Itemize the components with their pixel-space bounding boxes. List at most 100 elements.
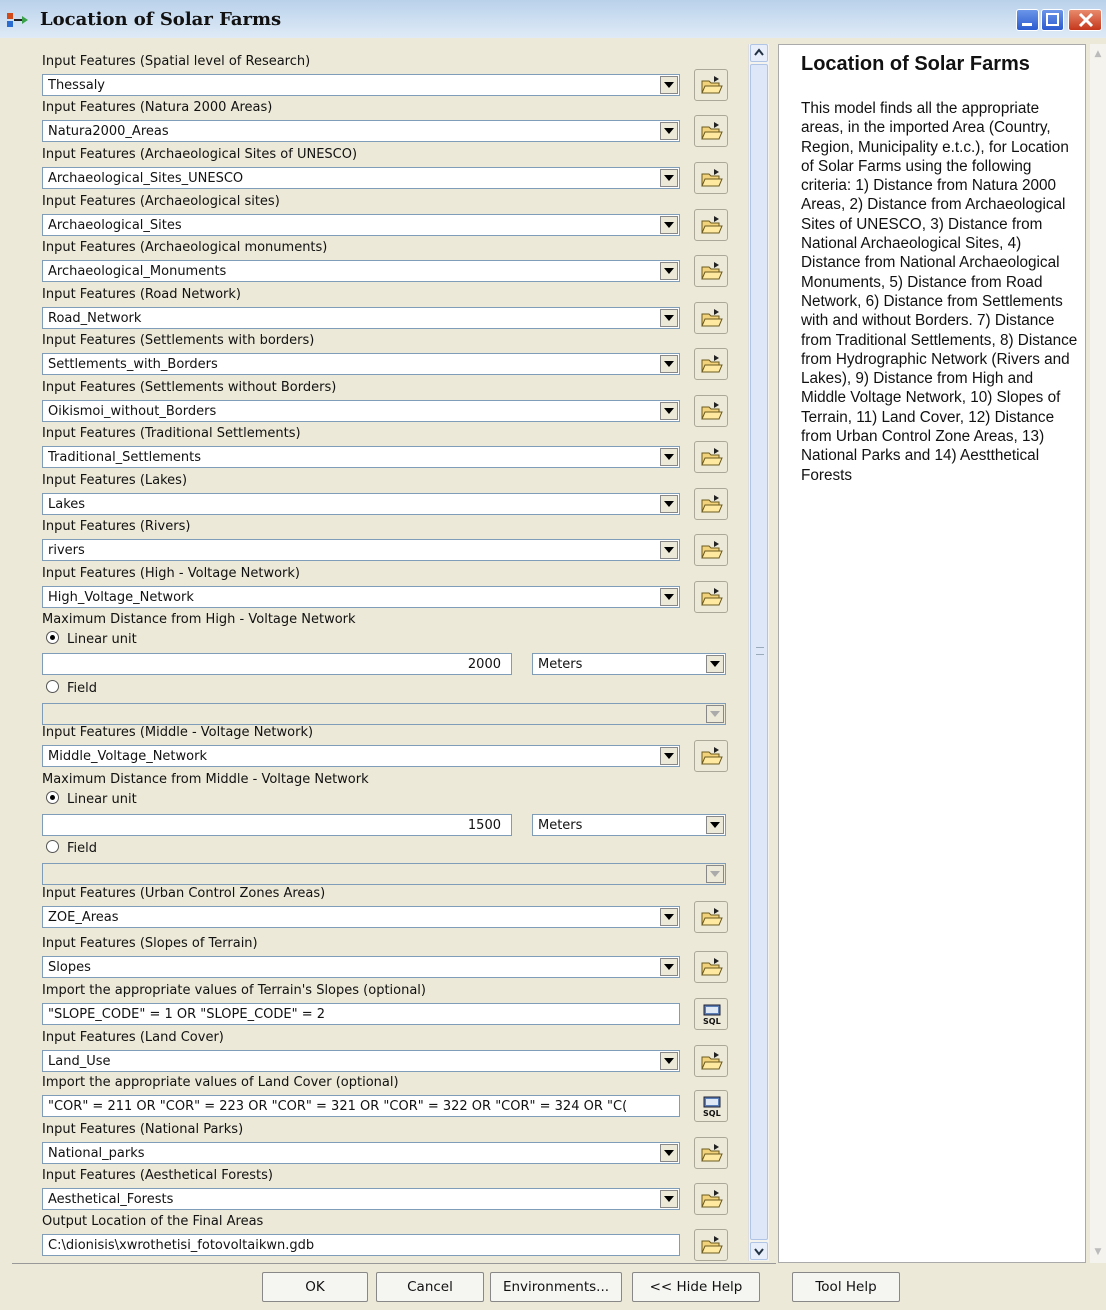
land-cover-label: Input Features (Land Cover): [42, 1030, 224, 1045]
high-distance-input[interactable]: 2000: [42, 653, 512, 675]
chevron-down-icon[interactable]: [706, 655, 724, 673]
chevron-down-icon[interactable]: [660, 169, 678, 187]
field-11-select[interactable]: High_Voltage_Network: [42, 586, 680, 608]
browse-button[interactable]: [694, 441, 728, 473]
scroll-thumb[interactable]: [750, 64, 768, 1240]
browse-button[interactable]: [694, 162, 728, 194]
browse-button[interactable]: [694, 69, 728, 101]
chevron-down-icon[interactable]: [660, 76, 678, 94]
chevron-down-icon[interactable]: [660, 495, 678, 513]
output-location-select[interactable]: C:\dionisis\xwrothetisi_fotovoltaikwn.gd…: [42, 1234, 680, 1256]
chevron-down-icon[interactable]: [660, 1144, 678, 1162]
field-6-select[interactable]: Settlements_with_Borders: [42, 353, 680, 375]
sql-query-icon: SQL: [703, 1004, 721, 1026]
field-1-select[interactable]: Natura2000_Areas: [42, 120, 680, 142]
chevron-down-icon[interactable]: [660, 122, 678, 140]
national-parks-select[interactable]: National_parks: [42, 1142, 680, 1164]
chevron-down-icon[interactable]: [660, 262, 678, 280]
middle-distance-input[interactable]: 1500: [42, 814, 512, 836]
sql-builder-button[interactable]: SQL: [694, 1090, 728, 1122]
chevron-down-icon[interactable]: [660, 541, 678, 559]
chevron-down-icon[interactable]: [660, 309, 678, 327]
maximize-button[interactable]: [1041, 9, 1064, 31]
field-5-select[interactable]: Road_Network: [42, 307, 680, 329]
field-10-select[interactable]: rivers: [42, 539, 680, 561]
sql-builder-button[interactable]: SQL: [694, 998, 728, 1030]
svg-text:SQL: SQL: [703, 1109, 721, 1118]
high-field-radio[interactable]: Field: [46, 680, 97, 696]
tool-help-button[interactable]: Tool Help: [792, 1272, 900, 1302]
field-0-label: Input Features (Spatial level of Researc…: [42, 54, 311, 69]
high-linear-unit-label: Linear unit: [67, 632, 137, 647]
middle-field-radio[interactable]: Field: [46, 840, 97, 856]
browse-button[interactable]: [694, 1137, 728, 1169]
field-3-select[interactable]: Archaeological_Sites: [42, 214, 680, 236]
high-linear-unit-radio[interactable]: Linear unit: [46, 631, 137, 647]
cancel-button[interactable]: Cancel: [376, 1272, 484, 1302]
middle-network-select[interactable]: Middle_Voltage_Network: [42, 745, 680, 767]
field-2-value: Archaeological_Sites_UNESCO: [48, 171, 244, 186]
environments-button[interactable]: Environments...: [490, 1272, 622, 1302]
chevron-down-icon[interactable]: [660, 402, 678, 420]
aesthetical-forests-select[interactable]: Aesthetical_Forests: [42, 1188, 680, 1210]
chevron-down-icon[interactable]: [660, 1052, 678, 1070]
open-folder-icon: [701, 1052, 723, 1070]
scroll-down-icon[interactable]: [750, 1242, 768, 1260]
svg-text:SQL: SQL: [703, 1017, 721, 1026]
field-9-select[interactable]: Lakes: [42, 493, 680, 515]
slopes-sql-expression-input[interactable]: "SLOPE_CODE" = 1 OR "SLOPE_CODE" = 2: [42, 1003, 680, 1025]
form-scrollbar[interactable]: [748, 44, 769, 1261]
slopes-value: Slopes: [48, 960, 91, 975]
minimize-button[interactable]: [1016, 9, 1039, 31]
aesthetical-forests-value: Aesthetical_Forests: [48, 1192, 174, 1207]
help-scrollbar[interactable]: ▲ ▼: [1090, 44, 1106, 1263]
scroll-up-icon[interactable]: [750, 44, 768, 62]
hide-help-button[interactable]: << Hide Help: [632, 1272, 760, 1302]
browse-button[interactable]: [694, 1229, 728, 1261]
chevron-down-icon[interactable]: [660, 958, 678, 976]
sql-query-icon: SQL: [703, 1096, 721, 1118]
field-4-select[interactable]: Archaeological_Monuments: [42, 260, 680, 282]
browse-button[interactable]: [694, 740, 728, 772]
slopes-sql-value: "SLOPE_CODE" = 1 OR "SLOPE_CODE" = 2: [48, 1007, 326, 1022]
browse-button[interactable]: [694, 395, 728, 427]
chevron-down-icon[interactable]: [660, 1190, 678, 1208]
browse-button[interactable]: [694, 348, 728, 380]
high-unit-select[interactable]: Meters: [532, 653, 726, 675]
scroll-up-icon[interactable]: ▲: [1090, 46, 1106, 62]
chevron-down-icon[interactable]: [660, 355, 678, 373]
browse-button[interactable]: [694, 534, 728, 566]
chevron-down-icon[interactable]: [706, 816, 724, 834]
chevron-down-icon[interactable]: [660, 448, 678, 466]
chevron-down-icon[interactable]: [660, 908, 678, 926]
field-8-select[interactable]: Traditional_Settlements: [42, 446, 680, 468]
middle-linear-unit-radio[interactable]: Linear unit: [46, 791, 137, 807]
close-button[interactable]: [1068, 9, 1102, 31]
title-bar[interactable]: Location of Solar Farms: [0, 0, 1106, 38]
ok-button[interactable]: OK: [262, 1272, 368, 1302]
field-0-select[interactable]: Thessaly: [42, 74, 680, 96]
browse-button[interactable]: [694, 951, 728, 983]
scroll-down-icon[interactable]: ▼: [1090, 1244, 1106, 1260]
browse-button[interactable]: [694, 1045, 728, 1077]
browse-button[interactable]: [694, 581, 728, 613]
browse-button[interactable]: [694, 209, 728, 241]
browse-button[interactable]: [694, 302, 728, 334]
browse-button[interactable]: [694, 255, 728, 287]
output-location-label: Output Location of the Final Areas: [42, 1214, 264, 1229]
chevron-down-icon[interactable]: [660, 588, 678, 606]
field-7-select[interactable]: Oikismoi_without_Borders: [42, 400, 680, 422]
urban-zones-select[interactable]: ZOE_Areas: [42, 906, 680, 928]
browse-button[interactable]: [694, 115, 728, 147]
radio-selected-icon: [46, 791, 59, 804]
field-2-select[interactable]: Archaeological_Sites_UNESCO: [42, 167, 680, 189]
slopes-select[interactable]: Slopes: [42, 956, 680, 978]
land-cover-sql-expression-input[interactable]: "COR" = 211 OR "COR" = 223 OR "COR" = 32…: [42, 1095, 680, 1117]
chevron-down-icon[interactable]: [660, 747, 678, 765]
browse-button[interactable]: [694, 1183, 728, 1215]
browse-button[interactable]: [694, 488, 728, 520]
chevron-down-icon[interactable]: [660, 216, 678, 234]
middle-unit-select[interactable]: Meters: [532, 814, 726, 836]
browse-button[interactable]: [694, 901, 728, 933]
land-cover-select[interactable]: Land_Use: [42, 1050, 680, 1072]
